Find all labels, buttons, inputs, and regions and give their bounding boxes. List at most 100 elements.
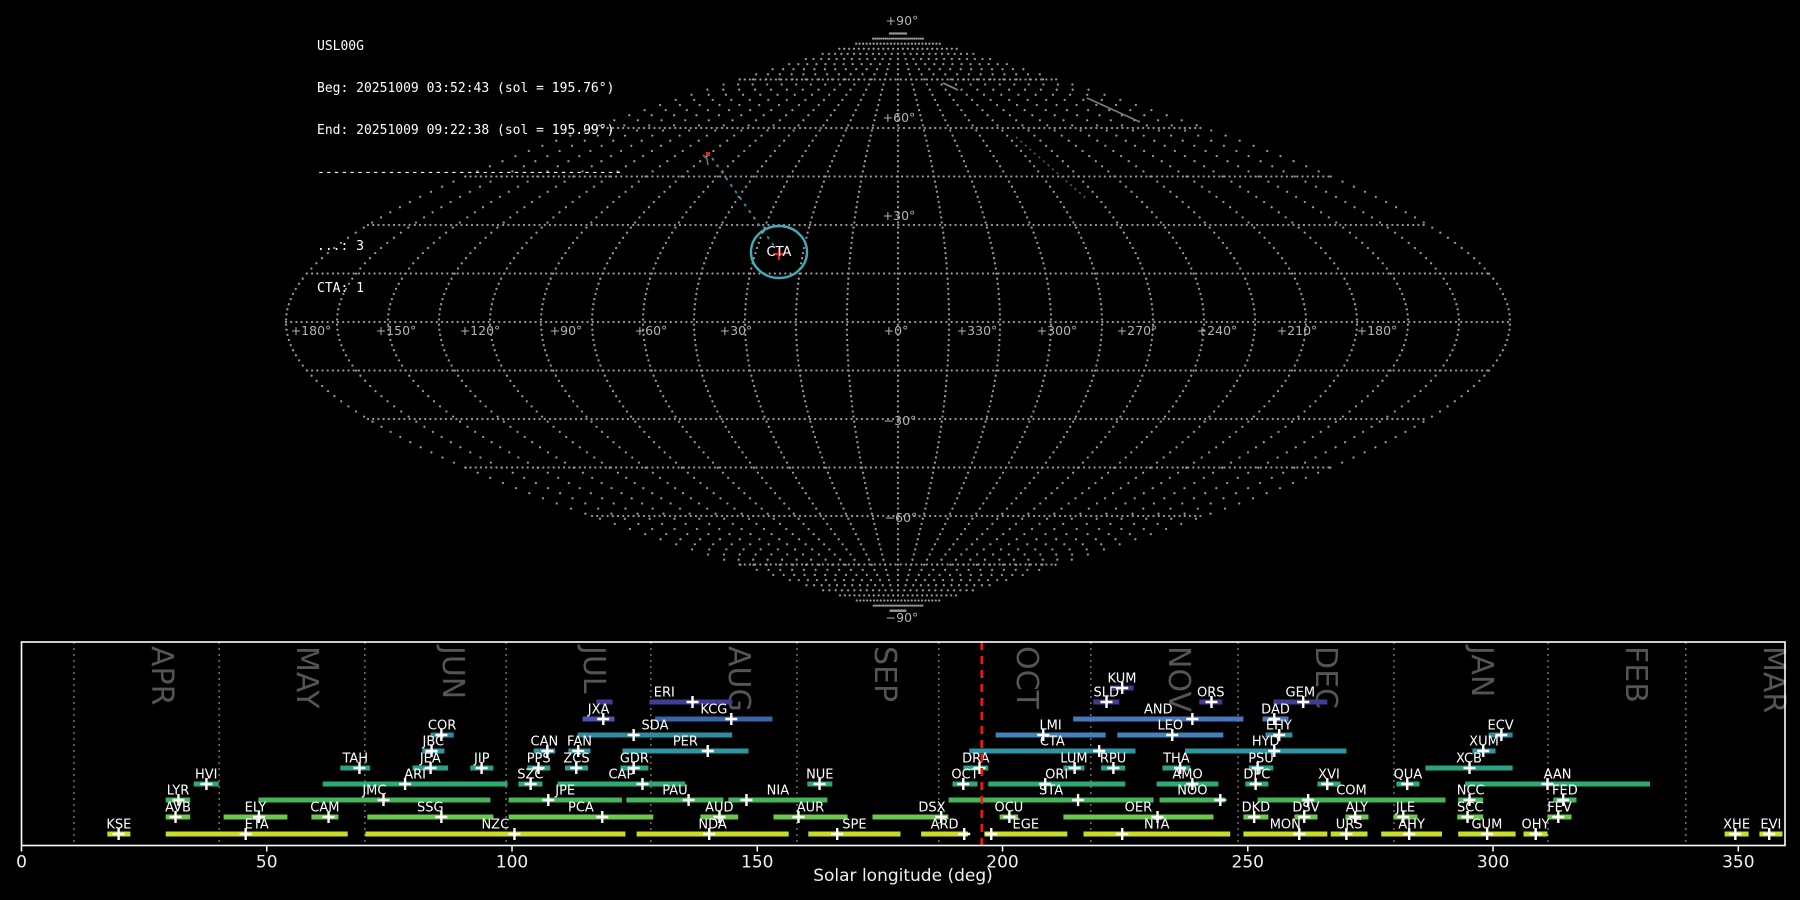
shower-code-label: JLE xyxy=(1395,801,1415,816)
shower-peak-marker xyxy=(702,745,714,757)
shower-code-label: DSV xyxy=(1292,801,1319,816)
shower-code-label: ALY xyxy=(1346,801,1368,816)
count-unidentified: ...: 3 xyxy=(317,240,622,254)
month-label: SEP xyxy=(867,646,902,702)
shower-code-label: GUM xyxy=(1471,818,1502,833)
shower-code-label: NZC xyxy=(481,818,509,833)
shower-code-label: NUE xyxy=(806,768,833,783)
shower-code-label: ERI xyxy=(654,686,675,701)
shower-code-label: KUM xyxy=(1108,672,1137,687)
month-label: JUL xyxy=(576,644,611,694)
shower-code-label: KSE xyxy=(106,818,131,833)
session-begin: Beg: 20251009 03:52:43 (sol = 195.76°) xyxy=(317,82,622,96)
shower-code-label: EGE xyxy=(1013,818,1040,833)
month-label: JUN xyxy=(435,644,470,699)
shower-code-label: RPU xyxy=(1100,752,1126,767)
shower-code-label: LMI xyxy=(1039,719,1061,734)
shower-code-label: DAD xyxy=(1261,703,1290,718)
shower-code-label: JPE xyxy=(554,784,575,799)
shower-code-label: ECV xyxy=(1488,719,1514,734)
shower-code-label: AHY xyxy=(1398,818,1425,833)
shower-code-label: FAN xyxy=(567,735,592,750)
shower-code-label: NIA xyxy=(767,784,790,799)
count-cta: CTA: 1 xyxy=(317,282,622,296)
shower-code-label: PER xyxy=(673,735,698,750)
shower-peak-marker xyxy=(1116,828,1128,840)
shower-code-label: ETA xyxy=(245,818,269,833)
shower-code-label: CAP xyxy=(608,768,634,783)
x-axis-title: Solar longitude (deg) xyxy=(0,866,1800,886)
shower-code-label: FED xyxy=(1552,784,1578,799)
shower-code-label: URS xyxy=(1336,818,1363,833)
shower-code-label: GEM xyxy=(1286,686,1316,701)
session-info-block: USL00G Beg: 20251009 03:52:43 (sol = 195… xyxy=(317,12,622,324)
shower-peak-marker xyxy=(636,778,648,790)
shower-code-label: NOO xyxy=(1177,784,1207,799)
shower-peak-marker xyxy=(596,811,608,823)
shower-code-label: JBC xyxy=(421,735,444,750)
shower-code-label: AVB xyxy=(165,801,191,816)
shower-code-label: NDA xyxy=(698,818,727,833)
shower-code-label: EHY xyxy=(1266,719,1292,734)
month-label: APR xyxy=(144,646,179,705)
month-label: JAN xyxy=(1464,644,1499,697)
shower-code-label: COM xyxy=(1336,784,1367,799)
shower-code-label: SLD xyxy=(1094,686,1120,701)
screenshot-root: +90°+60°+30°−30°−60°−90°+180°+150°+120°+… xyxy=(0,0,1800,900)
shower-code-label: FEV xyxy=(1547,801,1572,816)
shower-code-label: LUM xyxy=(1060,752,1087,767)
shower-code-label: THA xyxy=(1162,752,1190,767)
session-end: End: 20251009 09:22:38 (sol = 195.99°) xyxy=(317,124,622,138)
shower-code-label: DSX xyxy=(918,801,945,816)
shower-code-label: DPC xyxy=(1243,768,1270,783)
shower-code-label: PSU xyxy=(1248,752,1274,767)
shower-code-label: ELY xyxy=(245,801,267,816)
shower-peak-marker xyxy=(985,828,997,840)
shower-code-label: XUM xyxy=(1469,735,1499,750)
shower-code-label: ZCS xyxy=(563,752,589,767)
activity-timeline-chart: APRMAYJUNJULAUGSEPOCTNOVDECJANFEBMARKUME… xyxy=(0,0,1800,900)
shower-code-label: GDR xyxy=(620,752,649,767)
shower-code-label: XVI xyxy=(1318,768,1340,783)
shower-code-label: SZC xyxy=(517,768,543,783)
shower-code-label: AUD xyxy=(705,801,733,816)
shower-code-label: JEA xyxy=(419,752,441,767)
shower-code-label: NCC xyxy=(1457,784,1485,799)
shower-code-label: XHE xyxy=(1723,818,1750,833)
shower-peak-marker xyxy=(958,828,970,840)
info-separator: --------------------------------------- xyxy=(317,166,622,180)
shower-code-label: NTA xyxy=(1144,818,1170,833)
shower-peak-marker xyxy=(687,696,699,708)
shower-peak-marker xyxy=(542,794,554,806)
shower-code-label: LEO xyxy=(1157,719,1183,734)
shower-code-label: AND xyxy=(1144,703,1173,718)
shower-code-label: AUR xyxy=(797,801,824,816)
shower-code-label: PAU xyxy=(662,784,687,799)
shower-code-label: CAM xyxy=(310,801,339,816)
shower-code-label: AAN xyxy=(1544,768,1572,783)
shower-code-label: QUA xyxy=(1394,768,1423,783)
month-label: FEB xyxy=(1618,646,1653,703)
shower-code-label: SDA xyxy=(642,719,669,734)
shower-code-label: MON xyxy=(1270,818,1301,833)
shower-code-label: ARI xyxy=(404,768,426,783)
shower-code-label: SSG xyxy=(417,801,444,816)
shower-code-label: ORI xyxy=(1045,768,1068,783)
shower-code-label: LYR xyxy=(167,784,190,799)
shower-code-label: OHY xyxy=(1522,818,1550,833)
shower-code-label: AMO xyxy=(1172,768,1202,783)
shower-code-label: ORS xyxy=(1197,686,1225,701)
shower-code-label: OER xyxy=(1125,801,1152,816)
shower-code-label: EVI xyxy=(1760,818,1781,833)
month-label: MAY xyxy=(289,646,324,709)
shower-peak-marker xyxy=(508,828,520,840)
shower-code-label: KCG xyxy=(700,703,727,718)
shower-code-label: CAN xyxy=(531,735,559,750)
shower-code-label: HVI xyxy=(195,768,218,783)
shower-code-label: DKD xyxy=(1242,801,1271,816)
shower-code-label: JXA xyxy=(587,703,610,718)
shower-code-label: CTA xyxy=(1040,735,1065,750)
shower-code-label: PCA xyxy=(568,801,594,816)
shower-code-label: OCU xyxy=(994,801,1023,816)
shower-peak-marker xyxy=(1186,713,1198,725)
